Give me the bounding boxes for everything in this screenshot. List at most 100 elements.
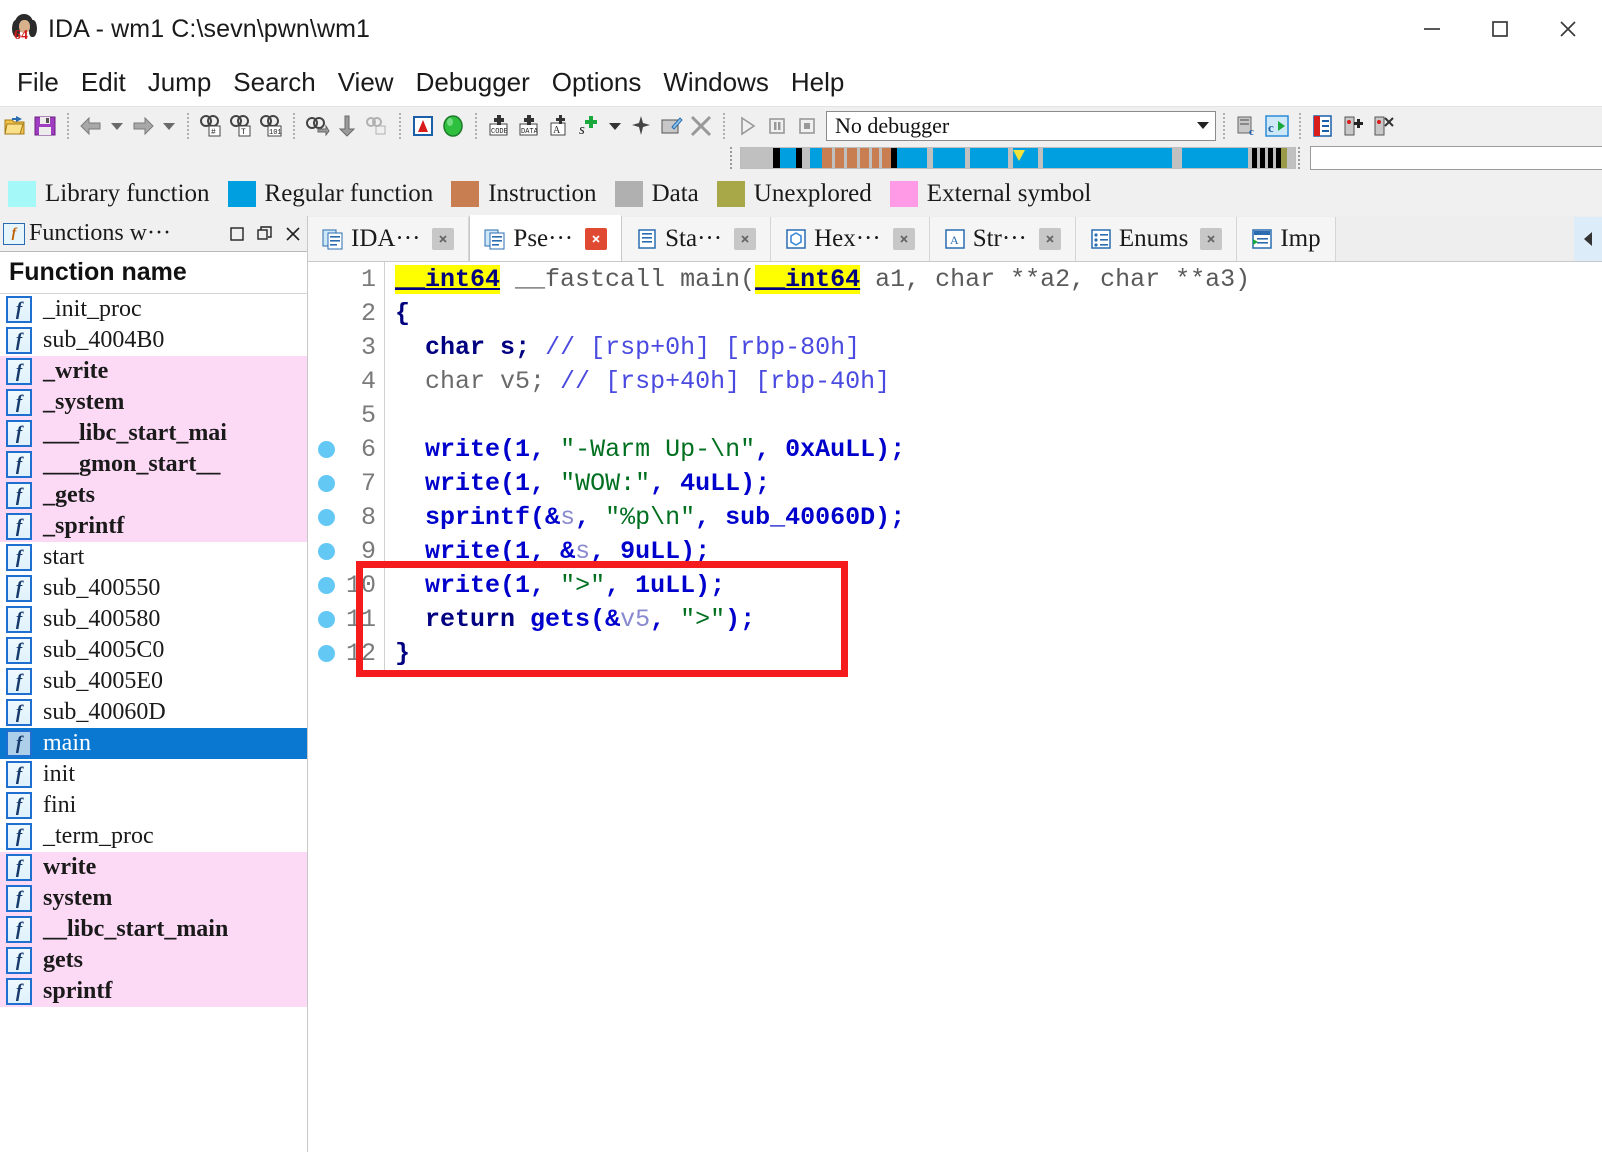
tab-str[interactable]: A Str··· — [929, 217, 1076, 261]
close-button[interactable] — [1534, 0, 1602, 58]
save-file-icon[interactable] — [30, 111, 60, 141]
pseudocode-line[interactable]: 11 return gets(&v5, ">"); — [308, 602, 1602, 636]
pseudocode-line[interactable]: 1 __int64 __fastcall main(__int64 a1, cha… — [308, 262, 1602, 296]
tab-close-icon[interactable] — [432, 228, 455, 250]
make-code-icon[interactable]: CODE — [484, 111, 514, 141]
function-list-item[interactable]: f sub_400550 — [0, 573, 307, 604]
function-list-item[interactable]: f write — [0, 852, 307, 883]
tab-close-icon[interactable] — [734, 228, 757, 250]
function-list-item[interactable]: f sprintf — [0, 976, 307, 1007]
navigation-band[interactable] — [740, 147, 1296, 169]
navigate-forward-dropdown-icon[interactable] — [158, 111, 180, 141]
menu-item-file[interactable]: File — [6, 65, 70, 100]
function-list-item[interactable]: f _sprintf — [0, 511, 307, 542]
breakpoint-dot-icon[interactable] — [317, 644, 335, 662]
edit-function-icon[interactable] — [656, 111, 686, 141]
functions-maximize-button[interactable] — [251, 220, 279, 248]
search-text-icon[interactable]: T — [226, 111, 256, 141]
run-icon[interactable] — [732, 111, 762, 141]
breakpoint-gutter-cell[interactable] — [308, 262, 344, 296]
tab-imp[interactable]: Imp — [1237, 217, 1336, 261]
pseudocode-line[interactable]: 7 write(1, "WOW:", 4uLL); — [308, 466, 1602, 500]
undefine-icon[interactable] — [626, 111, 656, 141]
breakpoint-gutter-cell[interactable] — [308, 432, 344, 466]
pseudocode-line[interactable]: 10 write(1, ">", 1uLL); — [308, 568, 1602, 602]
pseudocode-line[interactable]: 9 write(1, &s, 9uLL); — [308, 534, 1602, 568]
breakpoint-gutter-cell[interactable] — [308, 500, 344, 534]
minimize-button[interactable] — [1398, 0, 1466, 58]
menu-item-search[interactable]: Search — [222, 65, 326, 100]
navigate-back-dropdown-icon[interactable] — [106, 111, 128, 141]
function-list-item[interactable]: f _system — [0, 387, 307, 418]
breakpoint-dot-icon[interactable] — [317, 542, 335, 560]
function-list-item[interactable]: f gets — [0, 945, 307, 976]
pause-icon[interactable] — [762, 111, 792, 141]
tab-pse[interactable]: Pse··· — [469, 215, 623, 261]
functions-close-button[interactable] — [279, 220, 307, 248]
tab-close-icon[interactable] — [1038, 228, 1061, 250]
function-list-item[interactable]: f init — [0, 759, 307, 790]
pseudocode-line[interactable]: 12} — [308, 636, 1602, 670]
tab-scroll-left-button[interactable] — [1574, 217, 1602, 261]
breakpoint-gutter-cell[interactable] — [308, 398, 344, 432]
decompile-c-icon[interactable]: c — [1232, 111, 1262, 141]
search-next-icon[interactable] — [302, 111, 332, 141]
make-data-icon[interactable]: DATA — [514, 111, 544, 141]
graph-lock-icon[interactable] — [362, 111, 392, 141]
breakpoint-gutter-cell[interactable] — [308, 534, 344, 568]
search-hash-icon[interactable]: # — [196, 111, 226, 141]
breakpoint-dot-icon[interactable] — [317, 440, 335, 458]
menu-item-help[interactable]: Help — [780, 65, 855, 100]
navband-address-input[interactable] — [1310, 146, 1602, 170]
breakpoint-dot-icon[interactable] — [317, 576, 335, 594]
breakpoint-gutter-cell[interactable] — [308, 602, 344, 636]
function-list-item[interactable]: f _gets — [0, 480, 307, 511]
function-list-item[interactable]: f system — [0, 883, 307, 914]
pseudocode-line[interactable]: 8 sprintf(&s, "%p\n", sub_40060D); — [308, 500, 1602, 534]
breakpoint-dot-icon[interactable] — [317, 610, 335, 628]
breakpoint-gutter-cell[interactable] — [308, 296, 344, 330]
pseudocode-line[interactable]: 5 — [308, 398, 1602, 432]
open-subviews-icon[interactable] — [1308, 111, 1338, 141]
debugger-select[interactable]: No debugger — [826, 110, 1216, 141]
function-list-item[interactable]: f sub_4005E0 — [0, 666, 307, 697]
pseudocode-line[interactable]: 3 char s; // [rsp+0h] [rbp-80h] — [308, 330, 1602, 364]
pseudocode-view[interactable]: 1 __int64 __fastcall main(__int64 a1, cha… — [308, 262, 1602, 1152]
breakpoint-gutter-cell[interactable] — [308, 466, 344, 500]
breakpoint-gutter-cell[interactable] — [308, 364, 344, 398]
tab-close-icon[interactable] — [585, 227, 608, 250]
breakpoint-gutter-cell[interactable] — [308, 636, 344, 670]
make-struct-icon[interactable]: s — [574, 111, 604, 141]
decompile-all-icon[interactable]: c — [1262, 111, 1292, 141]
pseudocode-line[interactable]: 2{ — [308, 296, 1602, 330]
breakpoints-icon[interactable] — [1338, 111, 1368, 141]
menu-item-windows[interactable]: Windows — [652, 65, 779, 100]
make-struct-dropdown-icon[interactable] — [604, 111, 626, 141]
breakpoint-dot-icon[interactable] — [317, 508, 335, 526]
function-list-item[interactable]: f _init_proc — [0, 294, 307, 325]
jump-down-icon[interactable] — [332, 111, 362, 141]
tab-ida[interactable]: IDA··· — [308, 217, 470, 261]
warning-icon[interactable] — [408, 111, 438, 141]
navband-right-handle[interactable] — [1298, 147, 1308, 169]
function-list-item[interactable]: f sub_40060D — [0, 697, 307, 728]
pseudocode-line[interactable]: 4 char v5; // [rsp+40h] [rbp-40h] — [308, 364, 1602, 398]
functions-column-header[interactable]: Function name — [0, 252, 307, 294]
menu-item-edit[interactable]: Edit — [70, 65, 137, 100]
breakpoint-dot-icon[interactable] — [317, 474, 335, 492]
menu-item-debugger[interactable]: Debugger — [405, 65, 541, 100]
function-list-item[interactable]: f _term_proc — [0, 821, 307, 852]
functions-restore-button[interactable] — [223, 220, 251, 248]
open-file-icon[interactable] — [0, 111, 30, 141]
navband-drag-handle[interactable] — [730, 147, 740, 169]
tab-enums[interactable]: Enums — [1075, 217, 1238, 261]
function-list-item[interactable]: f sub_400580 — [0, 604, 307, 635]
function-list-item[interactable]: f sub_4004B0 — [0, 325, 307, 356]
navigate-forward-icon[interactable] — [128, 111, 158, 141]
search-binary-icon[interactable]: 101 — [256, 111, 286, 141]
function-list-item[interactable]: f _write — [0, 356, 307, 387]
stop-icon[interactable] — [792, 111, 822, 141]
maximize-button[interactable] — [1466, 0, 1534, 58]
function-list-item[interactable]: f __libc_start_main — [0, 914, 307, 945]
menu-item-options[interactable]: Options — [541, 65, 653, 100]
